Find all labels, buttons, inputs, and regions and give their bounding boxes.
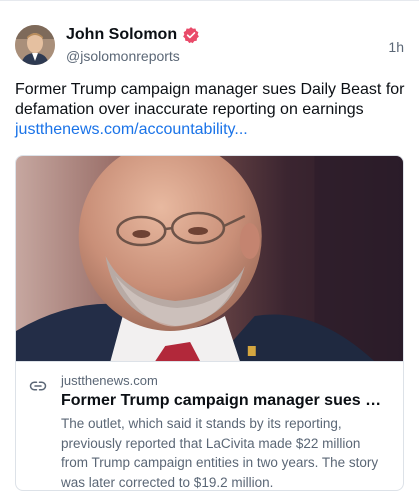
post: John Solomon @jsolomonreports 1h Former … <box>0 0 419 500</box>
card-description: The outlet, which said it stands by its … <box>61 416 379 490</box>
card-title[interactable]: Former Trump campaign manager sues Daily… <box>61 391 389 411</box>
post-body: Former Trump campaign manager sues Daily… <box>15 80 405 140</box>
post-timestamp[interactable]: 1h <box>388 39 404 55</box>
post-link[interactable]: justthenews.com/accountability... <box>15 120 405 140</box>
post-text: Former Trump campaign manager sues Daily… <box>15 81 405 118</box>
verified-badge-icon <box>183 27 199 44</box>
card-thumbnail-image <box>16 156 403 361</box>
author-display-name[interactable]: John Solomon <box>66 26 177 44</box>
avatar[interactable] <box>15 25 55 65</box>
card-domain: justthenews.com <box>61 373 158 388</box>
author-handle[interactable]: @jsolomonreports <box>66 48 180 64</box>
author-name-row[interactable]: John Solomon <box>66 26 200 44</box>
link-preview-card[interactable]: justthenews.com Former Trump campaign ma… <box>15 155 404 491</box>
card-body: justthenews.com Former Trump campaign ma… <box>16 361 403 490</box>
link-icon <box>29 381 47 391</box>
